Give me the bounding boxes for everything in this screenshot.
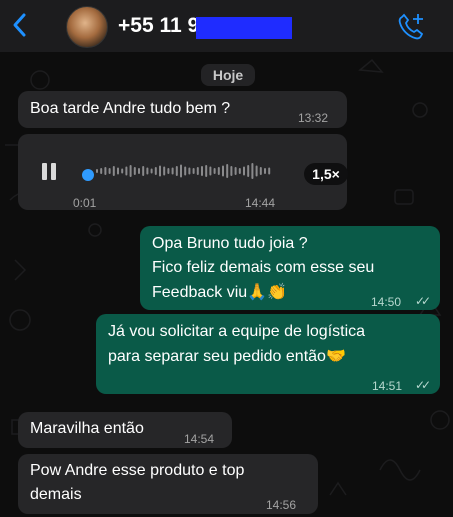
waveform-bar [104, 167, 107, 175]
waveform-bar [180, 164, 182, 178]
avatar[interactable] [66, 6, 108, 48]
waveform-bar [146, 167, 149, 175]
waveform-bar [255, 165, 258, 177]
message-time: 14:51 [372, 379, 403, 393]
waveform-bar [142, 166, 145, 176]
waveform-bar [121, 168, 124, 174]
waveform-bar [243, 166, 245, 176]
redaction-bar [196, 17, 292, 39]
message-line: Fico feliz demais com esse seu [152, 259, 375, 276]
waveform-bar [175, 166, 178, 176]
waveform-bar [234, 167, 237, 175]
waveform-bar [154, 167, 157, 175]
chat-header: +55 11 9 [0, 0, 453, 52]
waveform[interactable] [96, 156, 276, 186]
message-line: para separar seu pedido então🤝 [108, 344, 346, 368]
waveform-bar [138, 168, 140, 174]
message-text: Boa tarde Andre tudo bem ? [30, 100, 231, 117]
chevron-left-icon[interactable] [10, 12, 30, 38]
waveform-bar [150, 168, 153, 174]
phone-plus-icon[interactable] [396, 12, 426, 42]
waveform-bar [167, 168, 170, 174]
waveform-bar [171, 167, 174, 175]
waveform-bar [201, 166, 203, 176]
playback-speed-button[interactable]: 1,5× [304, 163, 348, 185]
message-time: 14:50 [371, 295, 402, 309]
waveform-bar [209, 166, 212, 176]
message-line: Pow Andre esse produto e top [30, 462, 245, 479]
waveform-bar [251, 163, 254, 179]
voice-duration: 14:44 [245, 196, 276, 210]
read-receipt-icon: ✓✓ [415, 294, 431, 308]
waveform-bar [192, 168, 195, 174]
waveform-bar [108, 168, 111, 174]
waveform-bar [96, 169, 98, 173]
message-time: 13:32 [298, 111, 329, 125]
message-bubble[interactable]: Pow Andre esse produto e top demais 14:5… [18, 454, 318, 514]
message-line: demais [30, 486, 82, 503]
waveform-bar [129, 165, 132, 177]
waveform-bar [247, 165, 250, 177]
waveform-bar [264, 168, 266, 174]
waveform-bar [112, 166, 115, 176]
contact-phone-number[interactable]: +55 11 9 [118, 13, 199, 39]
message-line: Já vou solicitar a equipe de logística [108, 323, 366, 340]
waveform-bar [205, 165, 208, 177]
message-time: 14:56 [266, 498, 297, 512]
waveform-bar [159, 165, 161, 177]
playback-scrubber[interactable] [82, 169, 94, 181]
waveform-bar [196, 167, 199, 175]
waveform-bar [238, 168, 241, 174]
waveform-bar [222, 165, 224, 177]
emoji: 🙏👏 [247, 282, 288, 301]
date-chip: Hoje [201, 64, 255, 86]
message-text: Maravilha então [30, 420, 144, 437]
message-bubble[interactable]: Maravilha então 14:54 [18, 412, 232, 448]
waveform-bar [213, 168, 216, 174]
waveform-bar [133, 167, 136, 175]
waveform-bar [217, 167, 220, 175]
message-time: 14:54 [184, 432, 215, 446]
waveform-bar [230, 166, 233, 176]
read-receipt-icon: ✓✓ [415, 378, 431, 392]
waveform-bar [163, 166, 166, 176]
voice-elapsed: 0:01 [73, 196, 97, 210]
message-line-text: para separar seu pedido então [108, 348, 326, 365]
waveform-bar [125, 166, 128, 176]
message-bubble[interactable]: Opa Bruno tudo joia ? Fico feliz demais … [140, 226, 440, 310]
waveform-bar [259, 167, 262, 175]
waveform-bar [184, 166, 187, 176]
waveform-bar [117, 167, 119, 175]
waveform-bar [100, 168, 103, 174]
pause-icon[interactable] [40, 163, 58, 181]
waveform-bar [188, 167, 191, 175]
emoji: 🤝 [325, 346, 346, 365]
message-line-text: Feedback viu [152, 284, 248, 301]
waveform-bar [226, 164, 229, 178]
message-bubble[interactable]: Já vou solicitar a equipe de logística p… [96, 314, 440, 394]
voice-message-bubble[interactable]: 1,5× 0:01 14:44 [18, 134, 348, 210]
waveform-bar [268, 167, 271, 175]
message-bubble[interactable]: Boa tarde Andre tudo bem ? 13:32 [18, 91, 347, 128]
message-line: Feedback viu🙏👏 [152, 280, 287, 304]
message-line: Opa Bruno tudo joia ? [152, 235, 308, 252]
